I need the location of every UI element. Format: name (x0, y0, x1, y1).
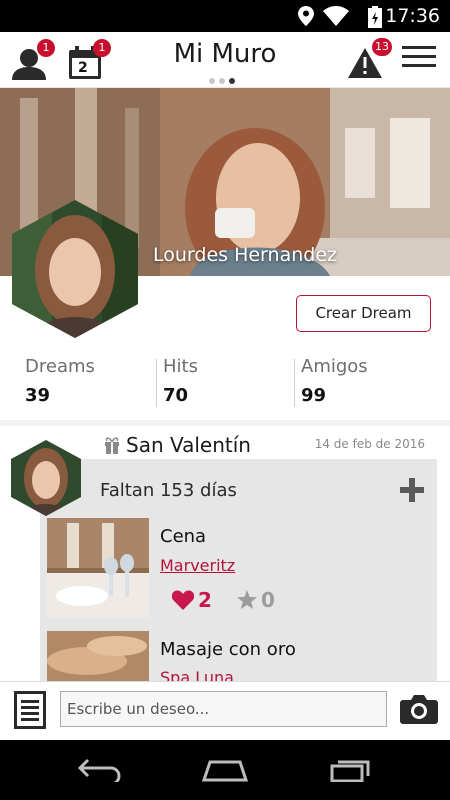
stat-label: Amigos (301, 356, 368, 377)
add-wish-button[interactable] (398, 476, 426, 504)
clock: 17:36 (385, 5, 440, 27)
dinner-photo (47, 518, 149, 618)
wish-input-bar (0, 681, 450, 740)
battery-icon (368, 6, 382, 28)
stat-label: Hits (163, 356, 198, 377)
profile-name: Lourdes Hernandez (153, 244, 337, 266)
system-navigation-bar (0, 740, 450, 800)
wish-input[interactable] (60, 691, 387, 727)
page-indicator (209, 78, 235, 84)
massage-photo (47, 631, 149, 681)
likes-count: 2 (198, 588, 212, 612)
event-title: San Valentín (126, 433, 251, 457)
page-dot-active (229, 78, 235, 84)
event-owner-avatar[interactable] (11, 440, 81, 516)
section-divider (0, 420, 450, 426)
hamburger-menu-icon (402, 46, 436, 67)
wish-image-dinner[interactable] (47, 518, 149, 618)
page-dot (209, 78, 215, 84)
stat-dreams[interactable]: Dreams 39 (25, 356, 95, 406)
likes-button[interactable]: 2 (172, 588, 212, 612)
list-icon[interactable] (14, 691, 46, 729)
stat-hits[interactable]: Hits 70 (163, 356, 198, 406)
star-icon (237, 590, 257, 609)
camera-icon[interactable] (400, 694, 438, 724)
stars-count: 0 (261, 588, 275, 612)
divider (294, 359, 295, 407)
alerts-badge: 13 (372, 38, 392, 56)
wish-title: Cena (160, 526, 207, 547)
wish-title: Masaje con oro (160, 639, 296, 660)
gift-icon (105, 437, 119, 454)
menu-button[interactable] (402, 44, 440, 76)
stat-friends[interactable]: Amigos 99 (301, 356, 368, 406)
create-dream-button[interactable]: Crear Dream (296, 295, 431, 332)
profile-avatar[interactable] (12, 200, 138, 338)
recent-apps-icon[interactable] (330, 758, 372, 782)
page-dot (219, 78, 225, 84)
location-icon (298, 6, 314, 26)
status-bar: 17:36 (0, 0, 450, 32)
wish-shop-clip: Spa Luna (160, 663, 400, 681)
stat-value: 39 (25, 385, 51, 406)
wish-image-massage[interactable] (47, 631, 149, 681)
wish-shop-link[interactable]: Spa Luna (160, 668, 234, 681)
wish-shop-link[interactable]: Marveritz (160, 556, 235, 575)
event-header[interactable]: San Valentín (104, 433, 251, 457)
alerts-button[interactable]: 13 (346, 38, 396, 82)
stat-label: Dreams (25, 356, 95, 377)
wifi-icon (323, 6, 349, 26)
app-header: 1 2 1 Mi Muro 13 (0, 32, 450, 88)
home-icon[interactable] (202, 758, 248, 782)
heart-icon (172, 590, 194, 610)
divider (156, 359, 157, 407)
stat-value: 70 (163, 385, 189, 406)
back-icon[interactable] (78, 758, 122, 782)
event-date: 14 de feb de 2016 (314, 437, 425, 451)
stat-value: 99 (301, 385, 327, 406)
stars-button[interactable]: 0 (237, 588, 275, 612)
event-countdown: Faltan 153 días (100, 480, 237, 501)
